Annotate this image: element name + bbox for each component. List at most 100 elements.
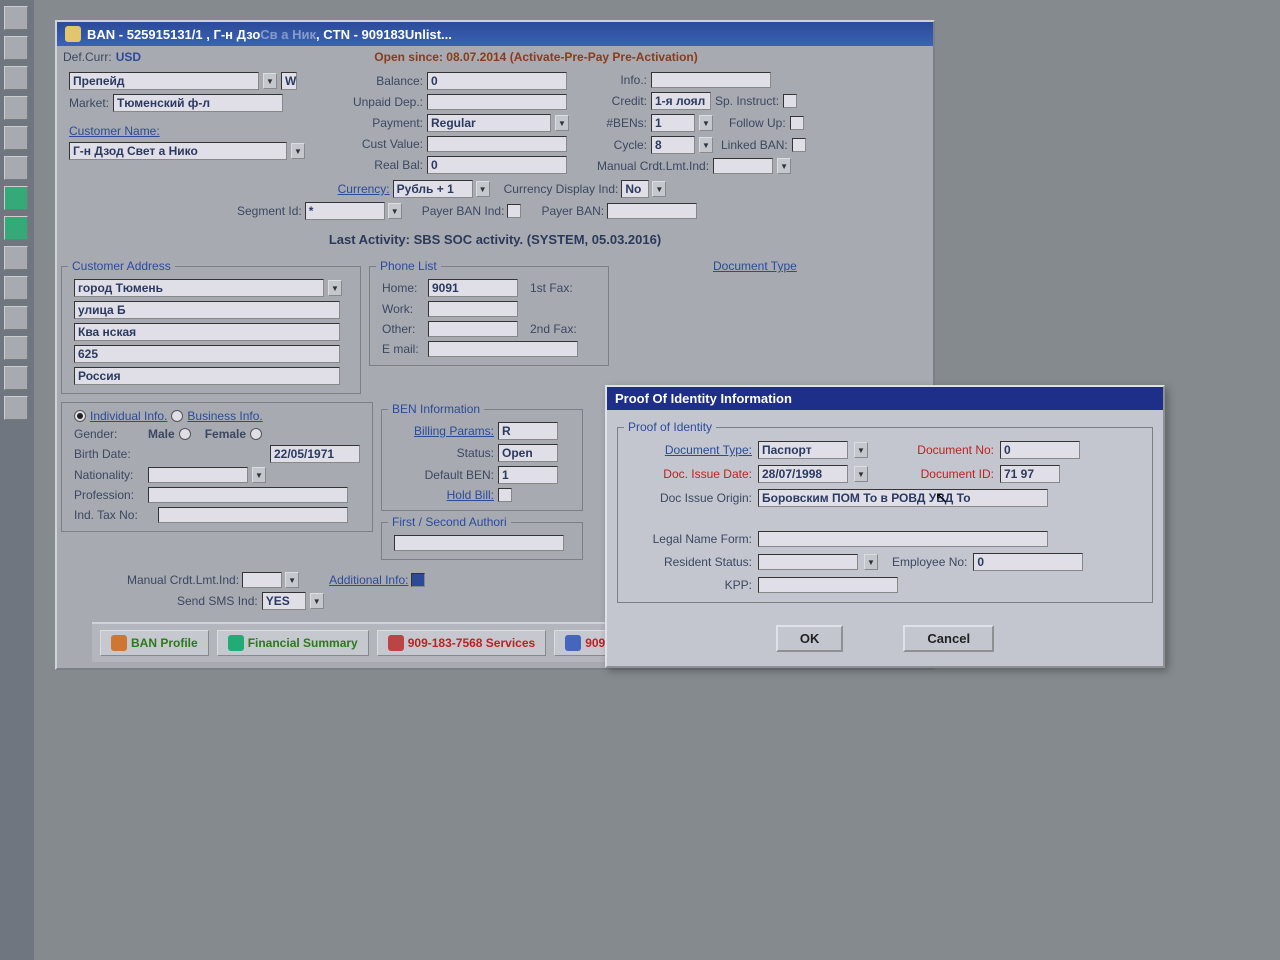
customer-name-value[interactable]: Г-н Дзод Свет а Нико	[69, 142, 287, 160]
sp-instruct-checkbox[interactable]	[783, 94, 797, 108]
cycle-value[interactable]: 8	[651, 136, 695, 154]
manual-crdt-dd-2-icon[interactable]: ▼	[285, 572, 299, 588]
proof-of-identity-group: Proof of Identity Document Type: Паспорт…	[617, 420, 1153, 603]
other-value[interactable]	[428, 321, 518, 337]
tool-btn-8[interactable]	[4, 216, 28, 240]
currency-dd-icon[interactable]: ▼	[476, 181, 490, 197]
hold-bill-label[interactable]: Hold Bill:	[394, 488, 494, 502]
sp-instruct-label: Sp. Instruct:	[715, 94, 779, 108]
currency-label[interactable]: Currency:	[338, 182, 390, 196]
nationality-value[interactable]	[148, 467, 248, 483]
tab-services[interactable]: 909-183-7568 Services	[377, 630, 546, 656]
doc-icon	[565, 635, 581, 651]
currency-disp-value[interactable]: No	[621, 180, 649, 198]
tool-btn-6[interactable]	[4, 156, 28, 180]
tool-btn-14[interactable]	[4, 396, 28, 420]
currency-disp-label: Currency Display Ind:	[504, 182, 619, 196]
work-value[interactable]	[428, 301, 518, 317]
doc-no-value[interactable]: 0	[1000, 441, 1080, 459]
individual-radio-label[interactable]: Individual Info.	[90, 409, 167, 423]
bens-value[interactable]: 1	[651, 114, 695, 132]
plan-select[interactable]: Препейд	[69, 72, 259, 90]
tool-btn-13[interactable]	[4, 366, 28, 390]
male-radio[interactable]	[179, 428, 191, 440]
birth-value[interactable]: 22/05/1971	[270, 445, 360, 463]
cycle-dd-icon[interactable]: ▼	[699, 137, 713, 153]
address-dd-icon[interactable]: ▼	[328, 280, 342, 296]
plan-dd-icon[interactable]: ▼	[263, 73, 277, 89]
legal-name-value[interactable]	[758, 531, 1048, 547]
default-ben-value[interactable]: 1	[498, 466, 558, 484]
manual-crdt-value-2[interactable]	[242, 572, 282, 588]
additional-info-label[interactable]: Additional Info:	[329, 573, 408, 587]
manual-crdt-value[interactable]	[713, 158, 773, 174]
segment-dd-icon[interactable]: ▼	[388, 203, 402, 219]
issue-origin-value[interactable]: Боровским ПОМ То в РОВД УВД То	[758, 489, 1048, 507]
market-value: Тюменский ф-л	[113, 94, 283, 112]
employee-value[interactable]: 0	[973, 553, 1083, 571]
bens-label: #BENs:	[597, 116, 647, 130]
send-sms-dd-icon[interactable]: ▼	[310, 593, 324, 609]
doc-type-dd-icon[interactable]: ▼	[854, 442, 868, 458]
issue-date-dd-icon[interactable]: ▼	[854, 466, 868, 482]
individual-radio[interactable]	[74, 410, 86, 422]
tool-btn-5[interactable]	[4, 126, 28, 150]
ind-tax-value[interactable]	[158, 507, 348, 523]
issue-date-value[interactable]: 28/07/1998	[758, 465, 848, 483]
segment-value[interactable]: *	[305, 202, 385, 220]
business-radio-label[interactable]: Business Info.	[187, 409, 262, 423]
money-icon	[228, 635, 244, 651]
proof-of-identity-dialog: Proof Of Identity Information Proof of I…	[605, 385, 1165, 668]
employee-label: Employee No:	[892, 555, 967, 569]
auth-value[interactable]	[394, 535, 564, 551]
female-label: Female	[205, 427, 246, 441]
payer-ban-ind-checkbox[interactable]	[507, 204, 521, 218]
doc-id-value[interactable]: 71 97	[1000, 465, 1060, 483]
customer-name-label[interactable]: Customer Name:	[69, 124, 160, 138]
billing-params-label[interactable]: Billing Params:	[394, 424, 494, 438]
additional-info-checkbox[interactable]	[411, 573, 425, 587]
ok-button[interactable]: OK	[776, 625, 844, 652]
email-value[interactable]	[428, 341, 578, 357]
payer-ban-value[interactable]	[607, 203, 697, 219]
individual-info-group: Individual Info. Business Info. Gender: …	[61, 402, 373, 532]
payment-value[interactable]: Regular	[427, 114, 551, 132]
tool-btn-2[interactable]	[4, 36, 28, 60]
resident-dd-icon[interactable]: ▼	[864, 554, 878, 570]
currency-disp-dd-icon[interactable]: ▼	[652, 181, 666, 197]
tool-btn-3[interactable]	[4, 66, 28, 90]
send-sms-value[interactable]: YES	[262, 592, 306, 610]
bens-dd-icon[interactable]: ▼	[699, 115, 713, 131]
tool-btn-7[interactable]	[4, 186, 28, 210]
customer-name-dd-icon[interactable]: ▼	[291, 143, 305, 159]
profession-value[interactable]	[148, 487, 348, 503]
billing-params-value[interactable]: R	[498, 422, 558, 440]
currency-value[interactable]: Рубль + 1	[393, 180, 473, 198]
tool-btn-1[interactable]	[4, 6, 28, 30]
manual-crdt-dd-icon[interactable]: ▼	[777, 158, 791, 174]
payment-dd-icon[interactable]: ▼	[555, 115, 569, 131]
document-type-link[interactable]: Document Type	[713, 259, 797, 273]
business-radio[interactable]	[171, 410, 183, 422]
doc-type-value[interactable]: Паспорт	[758, 441, 848, 459]
linked-ban-checkbox[interactable]	[792, 138, 806, 152]
tab-ban-profile[interactable]: BAN Profile	[100, 630, 209, 656]
home-value[interactable]: 9091	[428, 279, 518, 297]
tab-financial-summary[interactable]: Financial Summary	[217, 630, 369, 656]
tool-btn-9[interactable]	[4, 246, 28, 270]
follow-up-checkbox[interactable]	[790, 116, 804, 130]
female-radio[interactable]	[250, 428, 262, 440]
tool-btn-4[interactable]	[4, 96, 28, 120]
other-label: Other:	[382, 322, 424, 336]
tool-btn-11[interactable]	[4, 306, 28, 330]
hold-bill-checkbox[interactable]	[498, 488, 512, 502]
doc-type-label[interactable]: Document Type:	[632, 443, 752, 457]
kpp-value[interactable]	[758, 577, 898, 593]
resident-value[interactable]	[758, 554, 858, 570]
address-line1[interactable]: город Тюмень	[74, 279, 324, 297]
app-icon	[65, 26, 81, 42]
tool-btn-12[interactable]	[4, 336, 28, 360]
tool-btn-10[interactable]	[4, 276, 28, 300]
nationality-dd-icon[interactable]: ▼	[252, 467, 266, 483]
cancel-button[interactable]: Cancel	[903, 625, 994, 652]
